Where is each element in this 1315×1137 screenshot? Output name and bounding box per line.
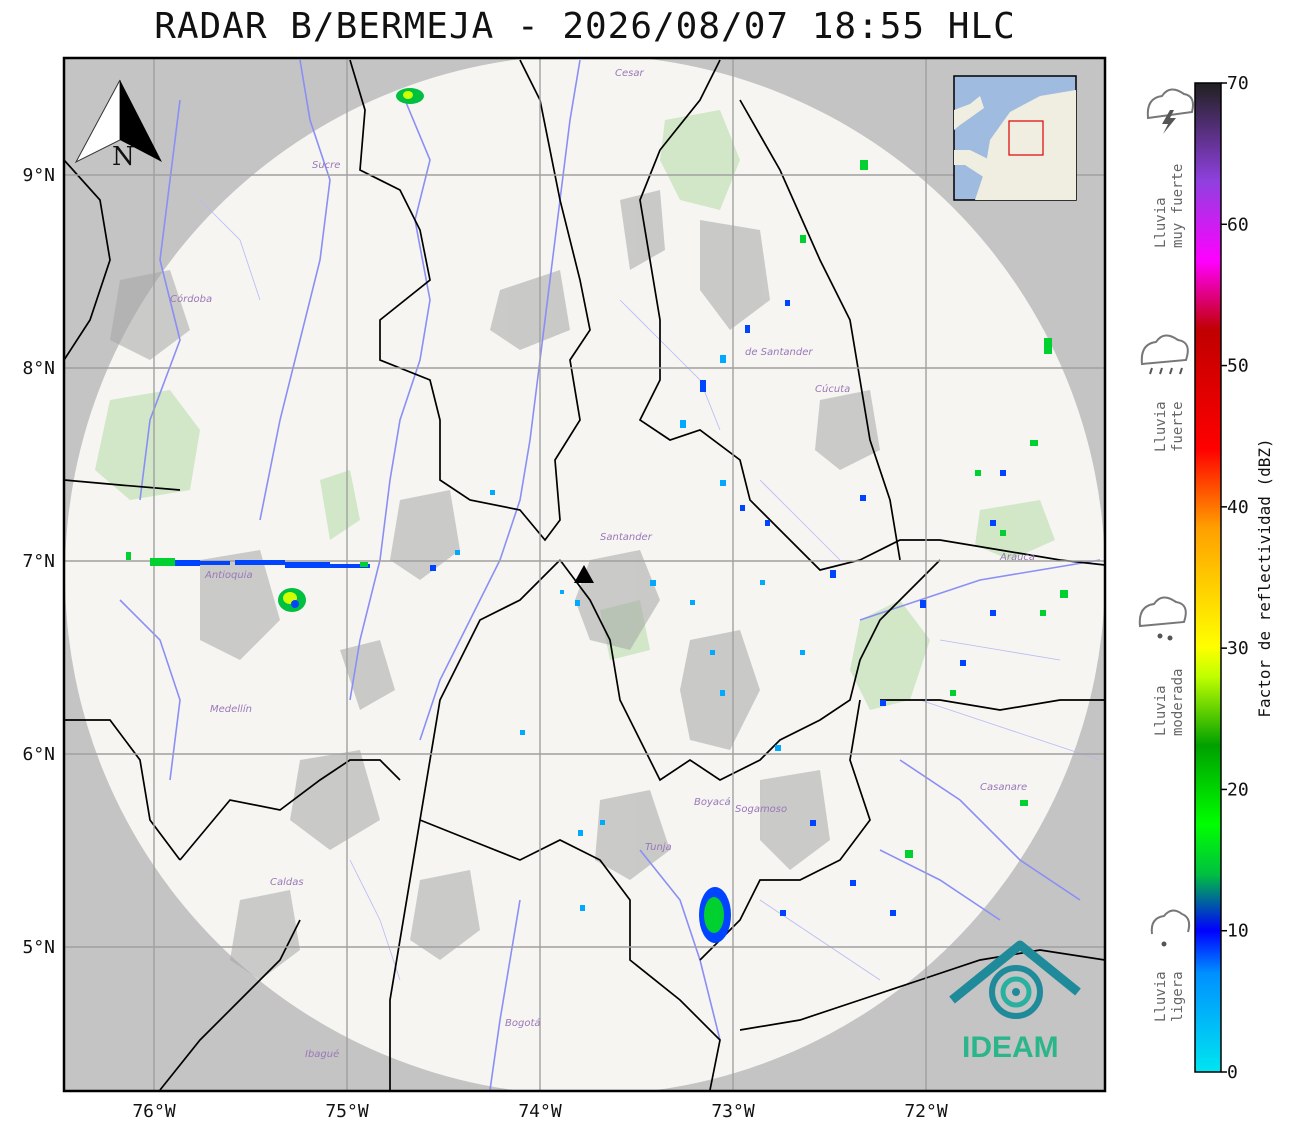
- place-label: Caldas: [270, 877, 304, 888]
- light-rain-cloud-icon: [1150, 909, 1191, 947]
- latitude-ticks: 9°N 8°N 7°N 6°N 5°N: [22, 165, 55, 958]
- lat-tick: 5°N: [22, 937, 55, 958]
- lat-tick: 7°N: [22, 551, 55, 572]
- place-label: Casanare: [980, 782, 1027, 793]
- rain-legend-label: Lluvia: [1153, 401, 1169, 452]
- lon-tick: 73°W: [711, 1101, 755, 1122]
- place-label: Medellín: [210, 703, 252, 715]
- colorbar-tick-label: 60: [1227, 214, 1249, 235]
- rain-legend-label: Lluvia: [1153, 685, 1169, 736]
- place-label: Tunja: [645, 842, 672, 853]
- place-label: Boyacá: [694, 796, 731, 808]
- colorbar-tick-label: 70: [1227, 73, 1249, 94]
- place-label: de Santander: [745, 347, 813, 358]
- lon-tick: 74°W: [518, 1101, 562, 1122]
- place-label: Cesar: [615, 68, 644, 79]
- place-label: Arauca: [999, 552, 1035, 563]
- moderate-rain-cloud-icon: [1138, 596, 1187, 641]
- rain-legend-label: moderada: [1170, 669, 1186, 736]
- colorbar-gradient: [1194, 82, 1222, 1073]
- colorbar-tick-label: 10: [1227, 921, 1249, 942]
- colorbar: 0 10 20 30 40 50 60 70 Factor de reflectividad …: [1194, 73, 1274, 1083]
- lon-tick: 76°W: [132, 1101, 176, 1122]
- colorbar-tick-label: 20: [1227, 779, 1249, 800]
- rain-legend-label: fuerte: [1170, 401, 1186, 452]
- rain-legend-label: ligera: [1170, 971, 1186, 1022]
- colorbar-tick-label: 0: [1227, 1062, 1238, 1083]
- lat-tick: 6°N: [22, 744, 55, 765]
- colorbar-ticks: 0 10 20 30 40 50 60 70: [1221, 73, 1249, 1083]
- place-label: Bogotá: [505, 1017, 541, 1029]
- heavy-rain-cloud-icon: [1140, 334, 1189, 375]
- colorbar-title: Factor de reflectividad (dBZ): [1255, 438, 1274, 717]
- colorbar-tick-label: 30: [1227, 638, 1249, 659]
- thunderstorm-cloud-icon: [1146, 88, 1194, 134]
- inset-locator-map: [953, 75, 1077, 201]
- colorbar-tick-label: 50: [1227, 356, 1249, 377]
- north-arrow-label: N: [112, 142, 135, 172]
- map-panel[interactable]: Cesar Sucre Córdoba Antioquia Medellín C…: [64, 55, 1105, 1095]
- lat-tick: 9°N: [22, 165, 55, 186]
- radar-figure: Cesar Sucre Córdoba Antioquia Medellín C…: [22, 55, 1274, 1122]
- place-label: Santander: [600, 532, 653, 543]
- lat-tick: 8°N: [22, 358, 55, 379]
- place-label: Sucre: [312, 160, 340, 171]
- colorbar-tick-label: 40: [1227, 497, 1249, 518]
- rain-legend-label: muy fuerte: [1170, 164, 1186, 248]
- place-label: Sogamoso: [735, 804, 787, 815]
- place-label: Ibagué: [305, 1048, 339, 1060]
- place-label: Antioquia: [204, 570, 253, 581]
- rain-legend: Lluvia muy fuerte Lluvia fuerte Lluvia m…: [1138, 88, 1194, 1022]
- place-label: Cúcuta: [815, 383, 850, 395]
- lon-tick: 75°W: [325, 1101, 369, 1122]
- ideam-logo-text: IDEAM: [962, 1031, 1059, 1064]
- longitude-ticks: 76°W 75°W 74°W 73°W 72°W: [132, 1101, 948, 1122]
- rain-legend-label: Lluvia: [1153, 971, 1169, 1022]
- lon-tick: 72°W: [904, 1101, 948, 1122]
- place-label: Córdoba: [170, 293, 212, 305]
- rain-legend-label: Lluvia: [1153, 197, 1169, 248]
